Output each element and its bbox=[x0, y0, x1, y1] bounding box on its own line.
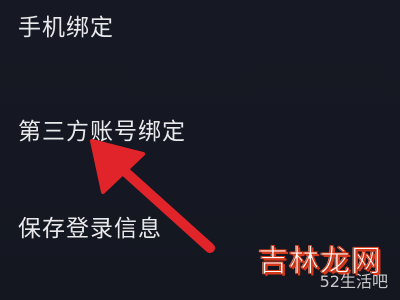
menu-item-third-party-binding[interactable]: 第三方账号绑定 bbox=[0, 100, 400, 160]
menu-item-label: 手机绑定 bbox=[18, 15, 114, 41]
settings-screen: 手机绑定 第三方账号绑定 保存登录信息 吉林龙网 52生活吧 bbox=[0, 0, 400, 300]
menu-item-label: 保存登录信息 bbox=[18, 216, 162, 242]
menu-item-label: 第三方账号绑定 bbox=[18, 119, 186, 145]
menu-item-phone-binding[interactable]: 手机绑定 bbox=[0, 0, 400, 56]
watermark: 吉林龙网 52生活吧 bbox=[242, 236, 392, 292]
watermark-url: 52生活吧 bbox=[319, 272, 388, 291]
